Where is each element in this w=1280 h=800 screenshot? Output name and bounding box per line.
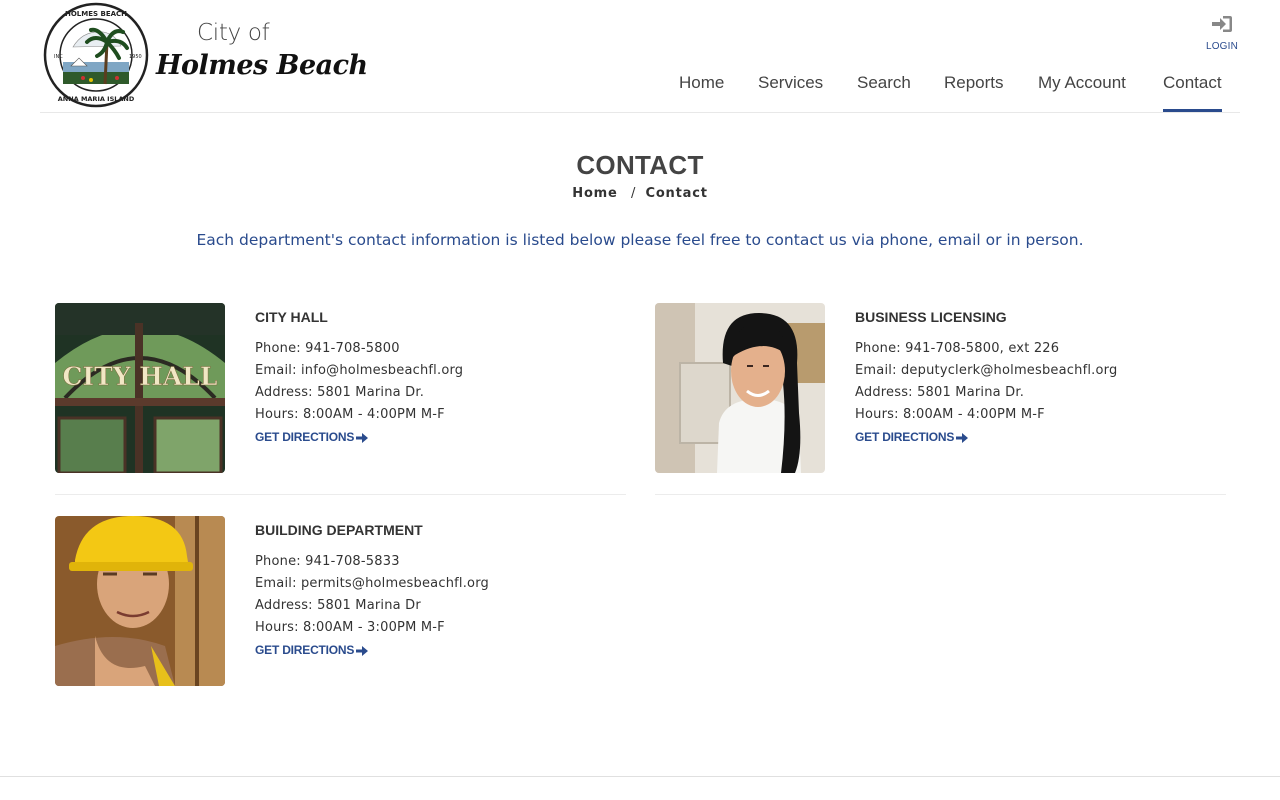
svg-text:HOLMES BEACH: HOLMES BEACH	[65, 10, 127, 18]
breadcrumb-current: Contact	[645, 186, 708, 201]
department-info: CITY HALL Phone: 941-708-5800 Email: inf…	[255, 309, 625, 445]
department-card-city-hall: CITY HALL CITY HALL Phone: 941-708-5800 …	[55, 303, 626, 495]
arrow-right-icon	[356, 432, 369, 443]
department-address: Address: 5801 Marina Dr	[255, 598, 421, 613]
page-title: CONTACT	[576, 150, 704, 180]
get-directions-link[interactable]: GET DIRECTIONS	[255, 643, 369, 657]
svg-text:1950: 1950	[129, 54, 142, 60]
svg-text:INC: INC	[54, 54, 63, 60]
sign-in-icon	[1212, 16, 1232, 32]
arrow-right-icon	[956, 432, 969, 443]
department-phone: Phone: 941-708-5800, ext 226	[855, 341, 1060, 356]
building-department-photo	[55, 516, 225, 686]
department-address: Address: 5801 Marina Dr.	[855, 385, 1025, 400]
city-hall-photo-caption: CITY HALL	[63, 362, 218, 391]
nav-home[interactable]: Home	[679, 73, 724, 112]
login-button[interactable]: LOGIN	[1205, 14, 1239, 52]
business-licensing-photo	[655, 303, 825, 473]
login-label: LOGIN	[1205, 41, 1239, 52]
department-title: BUILDING DEPARTMENT	[255, 522, 423, 538]
department-card-business-licensing: BUSINESS LICENSING Phone: 941-708-5800, …	[655, 303, 1226, 495]
department-hours: Hours: 8:00AM - 4:00PM M-F	[855, 407, 1045, 422]
city-hall-photo: CITY HALL	[55, 303, 225, 473]
nav-reports[interactable]: Reports	[944, 73, 1004, 112]
breadcrumb-separator: /	[630, 186, 637, 201]
department-title: CITY HALL	[255, 309, 328, 325]
department-hours: Hours: 8:00AM - 3:00PM M-F	[255, 620, 445, 635]
nav-contact[interactable]: Contact	[1163, 73, 1222, 112]
get-directions-link[interactable]: GET DIRECTIONS	[855, 430, 969, 444]
nav-my-account[interactable]: My Account	[1038, 73, 1126, 112]
get-directions-label: GET DIRECTIONS	[255, 430, 355, 444]
department-email: Email: deputyclerk@holmesbeachfl.org	[855, 363, 1118, 378]
breadcrumb: Home / Contact	[0, 186, 1280, 201]
breadcrumb-home-link[interactable]: Home	[572, 186, 617, 201]
department-phone: Phone: 941-708-5800	[255, 341, 400, 356]
department-email: Email: permits@holmesbeachfl.org	[255, 576, 489, 591]
intro-text: Each department's contact information is…	[196, 231, 1084, 249]
department-title: BUSINESS LICENSING	[855, 309, 1007, 325]
footer-divider	[0, 776, 1280, 777]
arrow-right-icon	[356, 645, 369, 656]
department-address: Address: 5801 Marina Dr.	[255, 385, 425, 400]
department-phone: Phone: 941-708-5833	[255, 554, 400, 569]
logo-city-of: City of	[197, 20, 270, 46]
department-hours: Hours: 8:00AM - 4:00PM M-F	[255, 407, 445, 422]
get-directions-label: GET DIRECTIONS	[855, 430, 955, 444]
main-nav: Home Services Search Reports My Account …	[40, 73, 1240, 112]
get-directions-label: GET DIRECTIONS	[255, 643, 355, 657]
department-email: Email: info@holmesbeachfl.org	[255, 363, 464, 378]
department-card-building: BUILDING DEPARTMENT Phone: 941-708-5833 …	[55, 516, 626, 708]
site-header: HOLMES BEACH ANNA MARIA ISLAND INC 1950 …	[40, 0, 1240, 113]
nav-services[interactable]: Services	[758, 73, 823, 112]
department-info: BUILDING DEPARTMENT Phone: 941-708-5833 …	[255, 522, 625, 658]
nav-search[interactable]: Search	[857, 73, 911, 112]
department-info: BUSINESS LICENSING Phone: 941-708-5800, …	[855, 309, 1225, 445]
get-directions-link[interactable]: GET DIRECTIONS	[255, 430, 369, 444]
